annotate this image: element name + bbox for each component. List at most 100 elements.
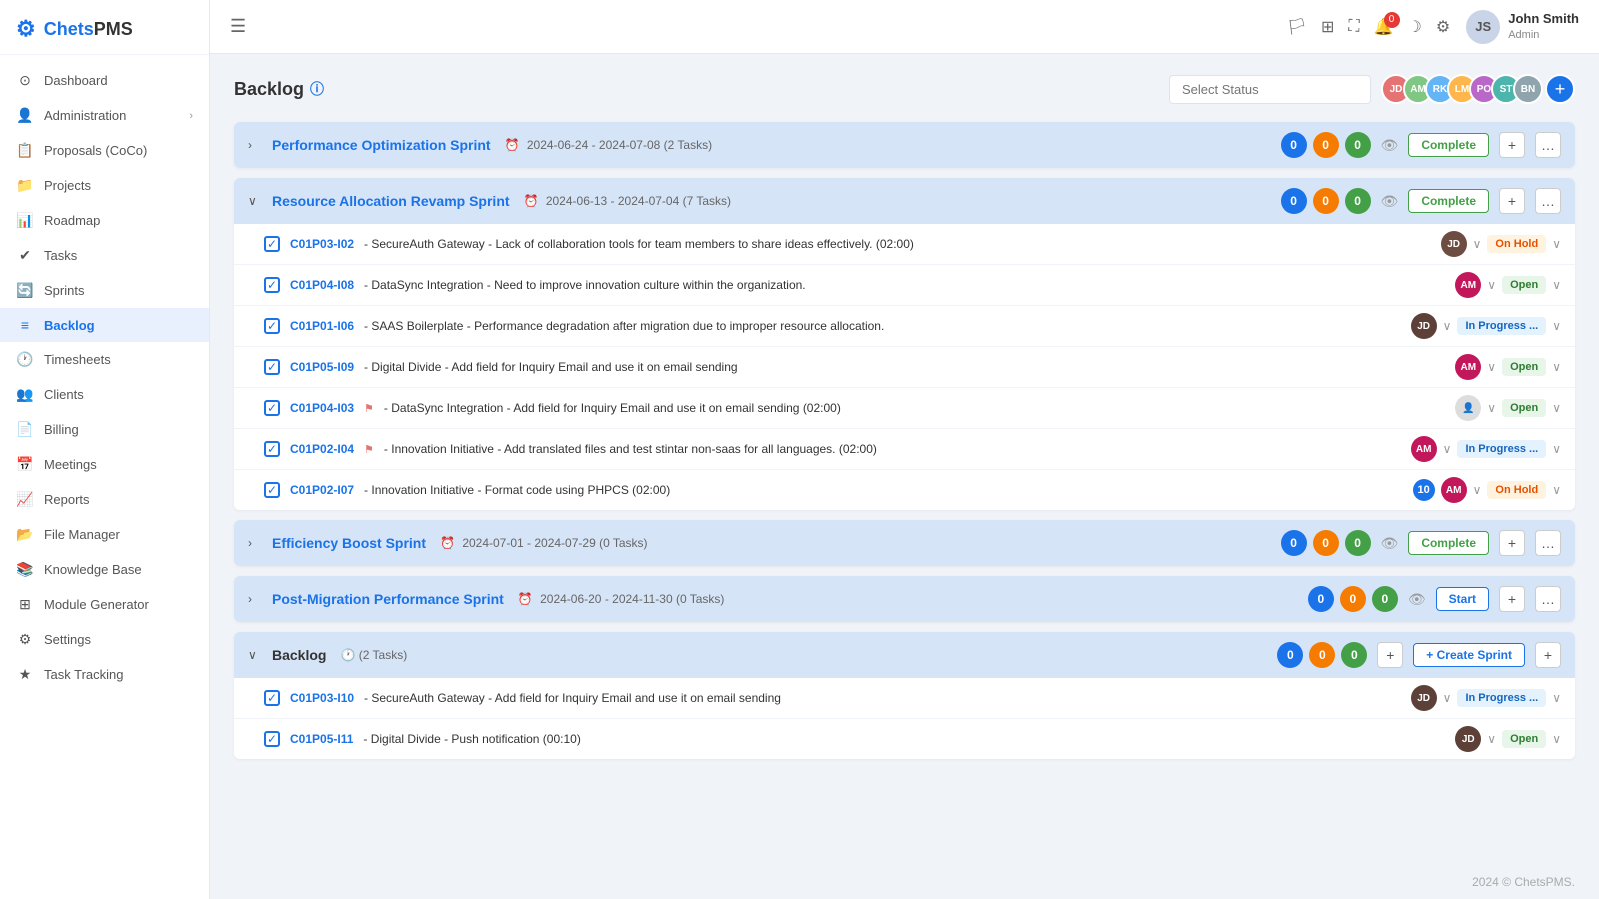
sprint-complete-btn[interactable]: Complete — [1408, 531, 1489, 555]
sidebar-item-knowledge-base[interactable]: 📚 Knowledge Base — [0, 552, 209, 587]
task-id[interactable]: C01P02-I07 — [290, 483, 354, 497]
sprint-header-sprint3[interactable]: › Efficiency Boost Sprint ⏰ 2024-07-01 -… — [234, 520, 1575, 566]
task-checkbox[interactable]: ✓ — [264, 690, 280, 706]
sprint-complete-btn[interactable]: Complete — [1408, 189, 1489, 213]
user-role: Admin — [1508, 28, 1579, 42]
sidebar-item-clients[interactable]: 👥 Clients — [0, 377, 209, 412]
logo[interactable]: ⚙ ChetsPMS — [0, 0, 209, 55]
task-assign-chevron[interactable]: ∨ — [1487, 278, 1496, 292]
backlog-add-btn[interactable]: + — [1377, 642, 1403, 668]
task-id[interactable]: C01P04-I08 — [290, 278, 354, 292]
task-checkbox[interactable]: ✓ — [264, 441, 280, 457]
sidebar-item-module-generator[interactable]: ⊞ Module Generator — [0, 587, 209, 622]
sidebar-item-file-manager[interactable]: 📂 File Manager — [0, 517, 209, 552]
sprint-complete-btn[interactable]: Complete — [1408, 133, 1489, 157]
add-member-button[interactable]: + — [1545, 74, 1575, 104]
eye-icon[interactable]: 👁 — [1408, 591, 1426, 608]
task-avatar: JD — [1455, 726, 1481, 752]
task-assign-chevron[interactable]: ∨ — [1473, 237, 1482, 251]
task-assign-chevron[interactable]: ∨ — [1487, 401, 1496, 415]
sidebar-item-timesheets[interactable]: 🕐 Timesheets — [0, 342, 209, 377]
status-chevron[interactable]: ∨ — [1552, 319, 1561, 333]
task-assign-chevron[interactable]: ∨ — [1473, 483, 1482, 497]
sidebar-item-proposals[interactable]: 📋 Proposals (CoCo) — [0, 133, 209, 168]
sidebar-item-settings[interactable]: ⚙ Settings — [0, 622, 209, 657]
task-id[interactable]: C01P05-I11 — [290, 732, 353, 746]
sprint-add-btn[interactable]: + — [1499, 188, 1525, 214]
sprint-header-sprint1[interactable]: › Performance Optimization Sprint ⏰ 2024… — [234, 122, 1575, 168]
user-profile[interactable]: JS John Smith Admin — [1466, 10, 1579, 44]
sprint-header-sprint4[interactable]: › Post-Migration Performance Sprint ⏰ 20… — [234, 576, 1575, 622]
sidebar-item-billing[interactable]: 📄 Billing — [0, 412, 209, 447]
task-checkbox[interactable]: ✓ — [264, 731, 280, 747]
task-id[interactable]: C01P03-I02 — [290, 237, 354, 251]
sidebar-item-administration[interactable]: 👤 Administration › — [0, 98, 209, 133]
status-select[interactable] — [1169, 75, 1371, 104]
sprint-more-btn[interactable]: … — [1535, 188, 1561, 214]
status-chevron[interactable]: ∨ — [1552, 483, 1561, 497]
status-chevron[interactable]: ∨ — [1552, 442, 1561, 456]
sidebar-item-roadmap[interactable]: 📊 Roadmap — [0, 203, 209, 238]
sidebar-item-task-tracking[interactable]: ★ Task Tracking — [0, 657, 209, 692]
task-checkbox[interactable]: ✓ — [264, 400, 280, 416]
sprint-add-btn[interactable]: + — [1499, 586, 1525, 612]
sprint-more-btn[interactable]: … — [1535, 530, 1561, 556]
darkmode-icon[interactable]: ☽ — [1408, 17, 1422, 37]
status-chevron[interactable]: ∨ — [1552, 732, 1561, 746]
task-checkbox[interactable]: ✓ — [264, 236, 280, 252]
flag-icon[interactable]: 🏳 — [1287, 17, 1307, 37]
sprint-add-btn[interactable]: + — [1499, 530, 1525, 556]
task-id[interactable]: C01P03-I10 — [290, 691, 354, 705]
task-right: JD ∨ In Progress ... ∨ — [1411, 685, 1561, 711]
sidebar-item-meetings[interactable]: 📅 Meetings — [0, 447, 209, 482]
status-chevron[interactable]: ∨ — [1552, 237, 1561, 251]
task-description: - Innovation Initiative - Add translated… — [384, 442, 1401, 456]
hamburger-menu[interactable]: ☰ — [230, 16, 246, 37]
status-chevron[interactable]: ∨ — [1552, 401, 1561, 415]
status-chevron[interactable]: ∨ — [1552, 691, 1561, 705]
sprint-start-btn[interactable]: Start — [1436, 587, 1489, 611]
notification-icon[interactable]: 🔔 0 — [1374, 17, 1394, 37]
backlog-icon: ≡ — [16, 317, 34, 333]
task-row: ✓ C01P01-I06 - SAAS Boilerplate - Perfor… — [234, 306, 1575, 347]
status-chevron[interactable]: ∨ — [1552, 278, 1561, 292]
task-id[interactable]: C01P01-I06 — [290, 319, 354, 333]
sprint-more-btn[interactable]: … — [1535, 586, 1561, 612]
info-icon[interactable]: ⓘ — [310, 79, 324, 99]
task-assign-chevron[interactable]: ∨ — [1443, 442, 1452, 456]
sidebar-label-backlog: Backlog — [44, 318, 95, 333]
expand-icon[interactable]: ⛶ — [1348, 18, 1359, 36]
task-id[interactable]: C01P02-I04 — [290, 442, 354, 456]
sidebar-item-tasks[interactable]: ✔ Tasks — [0, 238, 209, 273]
task-badge-num: 10 — [1413, 479, 1435, 501]
sprint-header-sprint2[interactable]: ∨ Resource Allocation Revamp Sprint ⏰ 20… — [234, 178, 1575, 224]
sidebar-item-projects[interactable]: 📁 Projects — [0, 168, 209, 203]
sidebar-item-reports[interactable]: 📈 Reports — [0, 482, 209, 517]
sidebar-item-sprints[interactable]: 🔄 Sprints — [0, 273, 209, 308]
eye-icon[interactable]: 👁 — [1381, 193, 1399, 210]
grid-icon[interactable]: ⊞ — [1321, 17, 1334, 37]
eye-icon[interactable]: 👁 — [1381, 137, 1399, 154]
sidebar-item-backlog[interactable]: ≡ Backlog — [0, 308, 209, 342]
task-assign-chevron[interactable]: ∨ — [1487, 732, 1496, 746]
status-chevron[interactable]: ∨ — [1552, 360, 1561, 374]
backlog-more-btn[interactable]: + — [1535, 642, 1561, 668]
task-assign-chevron[interactable]: ∨ — [1443, 691, 1452, 705]
task-checkbox[interactable]: ✓ — [264, 318, 280, 334]
eye-icon[interactable]: 👁 — [1381, 535, 1399, 552]
task-assign-chevron[interactable]: ∨ — [1443, 319, 1452, 333]
settings-icon[interactable]: ⚙ — [1436, 17, 1450, 37]
sidebar-nav: ⊙ Dashboard 👤 Administration › 📋 Proposa… — [0, 55, 209, 879]
sidebar-item-dashboard[interactable]: ⊙ Dashboard — [0, 63, 209, 98]
task-checkbox[interactable]: ✓ — [264, 277, 280, 293]
task-id[interactable]: C01P05-I09 — [290, 360, 354, 374]
clients-icon: 👥 — [16, 386, 34, 403]
create-sprint-button[interactable]: + Create Sprint — [1413, 643, 1525, 667]
backlog-section-header[interactable]: ∨ Backlog 🕐 (2 Tasks) 0 0 0 + + Create S… — [234, 632, 1575, 678]
task-checkbox[interactable]: ✓ — [264, 359, 280, 375]
task-assign-chevron[interactable]: ∨ — [1487, 360, 1496, 374]
task-id[interactable]: C01P04-I03 — [290, 401, 354, 415]
sprint-add-btn[interactable]: + — [1499, 132, 1525, 158]
task-checkbox[interactable]: ✓ — [264, 482, 280, 498]
sprint-more-btn[interactable]: … — [1535, 132, 1561, 158]
